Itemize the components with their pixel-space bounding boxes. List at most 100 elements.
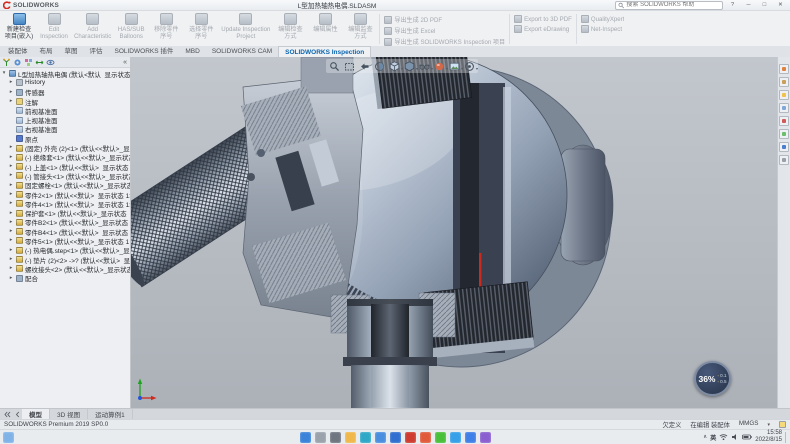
edit-inspection-button[interactable]: Edit Inspection <box>37 12 71 46</box>
tree-item[interactable]: 零件5<1> (默认<<默认>_显示状态 1 <box>0 236 130 245</box>
expand-caret[interactable] <box>8 220 14 225</box>
tree-item[interactable]: 零件B4<1> (默认<<默认>_显示状态 <box>0 227 130 236</box>
tree-item[interactable]: 传感器 <box>0 88 130 97</box>
task-pane-custom-properties-icon[interactable] <box>779 129 789 139</box>
net-inspect-button[interactable]: Net-Inspect <box>581 25 625 33</box>
zoom-fit-icon[interactable] <box>328 60 341 72</box>
export-edrawing-button[interactable]: Export eDrawing <box>514 25 572 33</box>
view-orientation-icon[interactable] <box>388 60 401 72</box>
edit-inspection-method-button[interactable]: 编辑检查 方式 <box>273 12 307 46</box>
tab-scroll-first-icon[interactable] <box>2 409 12 419</box>
tree-item[interactable]: 螺纹接头<2> (默认<<默认>_显示状态 <box>0 264 130 273</box>
displaymanager-icon[interactable] <box>46 58 55 67</box>
hide-show-items-icon[interactable] <box>418 60 431 72</box>
new-inspection-project-button[interactable]: 新建检查 项目(嵌入) <box>2 12 36 46</box>
expand-caret[interactable] <box>8 164 14 169</box>
expand-caret[interactable] <box>8 248 14 253</box>
ribbon-tab[interactable]: 评估 <box>84 46 109 57</box>
graphics-area[interactable]: 36% 0.1 0.5 <box>131 57 777 408</box>
doc-tab[interactable]: 3D 视图 <box>50 409 88 419</box>
previous-view-icon[interactable] <box>358 60 371 72</box>
featuremanager-tree-icon[interactable] <box>2 58 11 67</box>
start-button[interactable] <box>300 432 311 443</box>
task-pane-appearances-icon[interactable] <box>779 116 789 126</box>
ribbon-tab[interactable]: SOLIDWORKS CAM <box>206 46 278 57</box>
expand-caret[interactable] <box>8 155 14 160</box>
tree-item[interactable]: 零件B2<1> (默认<<默认>_显示状态 <box>0 218 130 227</box>
export-inspection-project-button[interactable]: 导出生成 SOLIDWORKS Inspection 项目 <box>384 37 505 46</box>
help-search-box[interactable] <box>615 1 723 10</box>
export-excel-button[interactable]: 导出生成 Excel <box>384 26 505 35</box>
edge-icon[interactable] <box>360 432 371 443</box>
tree-item[interactable]: 注解 <box>0 97 130 106</box>
media-player-icon[interactable] <box>480 432 491 443</box>
close-button[interactable]: ✕ <box>774 1 787 10</box>
has-sub-balloons-button[interactable]: HAS/SUB Balloons <box>114 12 148 46</box>
tree-item[interactable]: (-) 绝缘套<1> (默认<<默认>_显示状态 <box>0 153 130 162</box>
expand-caret[interactable] <box>8 183 14 188</box>
task-pane-design-library-icon[interactable] <box>779 77 789 87</box>
select-balloons-button[interactable]: 选择零件 序号 <box>184 12 218 46</box>
expand-caret[interactable] <box>8 257 14 262</box>
view-settings-icon[interactable] <box>463 60 476 72</box>
ribbon-tab[interactable]: SOLIDWORKS Inspection <box>278 46 371 57</box>
edit-properties-button[interactable]: 编辑属性 <box>308 12 342 46</box>
tree-item[interactable]: 零件2<1> (默认<<默认>_显示状态 1> <box>0 190 130 199</box>
tree-item[interactable]: 配合 <box>0 274 130 283</box>
minimize-button[interactable]: ─ <box>742 1 755 10</box>
expand-caret[interactable] <box>8 99 14 104</box>
propertymanager-icon[interactable] <box>13 58 22 67</box>
export-3d-pdf-button[interactable]: Export to 3D PDF <box>514 15 572 23</box>
search-button[interactable] <box>315 432 326 443</box>
ribbon-tab[interactable]: 草图 <box>59 46 84 57</box>
display-style-icon[interactable] <box>403 60 416 72</box>
tree-item[interactable]: 零件4<1> (默认<<默认>_显示状态 1> <box>0 199 130 208</box>
dimxpertmanager-icon[interactable] <box>35 58 44 67</box>
update-inspection-project-button[interactable]: Update Inspection Project <box>219 12 272 46</box>
tree-item[interactable]: 固定螺栓<1> (默认<<默认>_显示状态 <box>0 181 130 190</box>
battery-icon[interactable] <box>742 434 752 440</box>
wps-icon[interactable] <box>420 432 431 443</box>
configurationmanager-icon[interactable] <box>24 58 33 67</box>
edit-audit-method-button[interactable]: 编辑监查 方式 <box>343 12 377 46</box>
tree-item[interactable]: 前视基准面 <box>0 106 130 115</box>
network-icon[interactable] <box>719 433 728 441</box>
collapse-panel-button[interactable]: « <box>123 59 128 66</box>
qq-icon[interactable] <box>450 432 461 443</box>
file-explorer-icon[interactable] <box>345 432 356 443</box>
ribbon-tab[interactable]: SOLIDWORKS 插件 <box>109 46 180 57</box>
task-pane-forum-icon[interactable] <box>779 142 789 152</box>
export-2d-pdf-button[interactable]: 导出生成 2D PDF <box>384 15 505 24</box>
solidworks-icon[interactable] <box>405 432 416 443</box>
tree-item[interactable]: (固定) 外壳 (2)<1> (默认<<默认>_显示状态 <box>0 143 130 152</box>
tree-root-item[interactable]: L型加热轴热电偶 (默认<默认_显示状态-1 <box>0 69 130 78</box>
expand-caret[interactable] <box>1 71 7 76</box>
tray-expand-button[interactable]: ∧ <box>703 434 707 440</box>
doc-tab[interactable]: 运动算例1 <box>88 409 133 419</box>
expand-caret[interactable] <box>8 229 14 234</box>
tree-item[interactable]: 保护套<1> (默认<<默认>_显示状态 <box>0 208 130 217</box>
tree-item[interactable]: (-) 管接头<1> (默认<<默认>_显示状态 <box>0 171 130 180</box>
expand-caret[interactable] <box>8 145 14 150</box>
expand-caret[interactable] <box>8 173 14 178</box>
ribbon-tab[interactable]: 装配体 <box>2 46 34 57</box>
task-pane-view-palette-icon[interactable] <box>779 103 789 113</box>
search-input[interactable] <box>626 2 720 8</box>
help-button[interactable]: ? <box>726 1 739 10</box>
expand-caret[interactable] <box>8 192 14 197</box>
edit-appearance-icon[interactable] <box>433 60 446 72</box>
cloud-icon[interactable] <box>465 432 476 443</box>
apply-scene-icon[interactable] <box>448 60 461 72</box>
section-view-icon[interactable] <box>373 60 386 72</box>
expand-caret[interactable] <box>8 238 14 243</box>
units-dropdown-icon[interactable] <box>767 421 770 428</box>
weather-widget[interactable] <box>3 432 14 443</box>
doc-tab[interactable]: 模型 <box>22 409 50 419</box>
task-view-button[interactable] <box>330 432 341 443</box>
tree-item[interactable]: (-) 垫片 (2)<2> ->? (默认<<默认>_显示 <box>0 255 130 264</box>
wechat-icon[interactable] <box>435 432 446 443</box>
ribbon-tab[interactable]: 布局 <box>34 46 59 57</box>
tree-item[interactable]: (-) 热电偶.step<1> (默认<<默认>_显示 <box>0 246 130 255</box>
tree-item[interactable]: 上视基准面 <box>0 115 130 124</box>
expand-caret[interactable] <box>8 80 14 85</box>
